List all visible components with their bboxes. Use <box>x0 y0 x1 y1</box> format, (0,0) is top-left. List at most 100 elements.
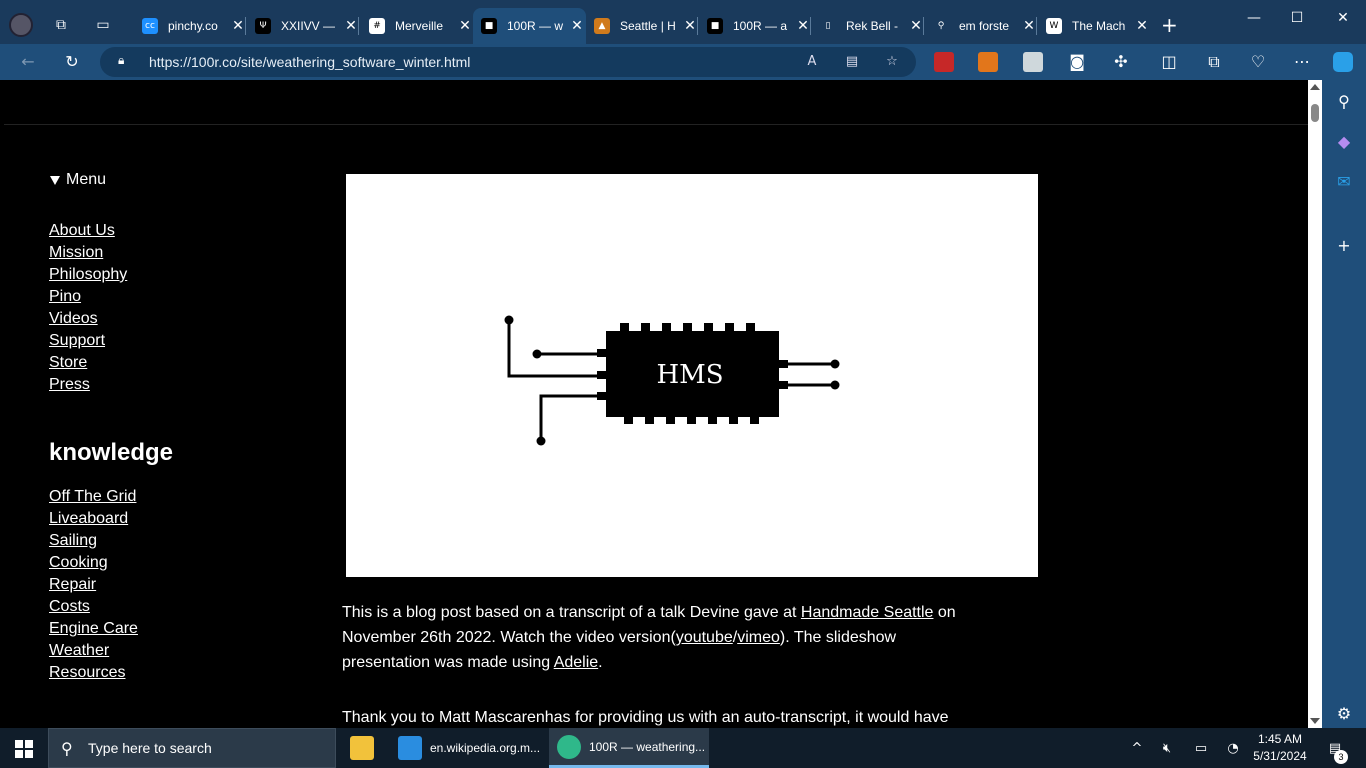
url-text[interactable]: https://100r.co/site/weathering_software… <box>149 54 470 70</box>
browser-tab[interactable]: ⚲ em forste ✕ <box>925 8 1038 44</box>
split-screen-icon[interactable]: ◫ <box>1157 50 1181 74</box>
shopping-icon[interactable]: ◆ <box>1334 132 1354 152</box>
p1-text-a: This is a blog post based on a transcrip… <box>342 604 801 621</box>
extension-red-icon[interactable] <box>934 52 954 72</box>
wifi-icon[interactable]: ◔ <box>1222 728 1244 768</box>
tab-close-icon[interactable]: ✕ <box>1133 18 1151 34</box>
back-icon[interactable]: ← <box>16 50 40 74</box>
metamask-icon[interactable] <box>978 52 998 72</box>
nav-item: Press <box>49 374 289 396</box>
favorite-star-icon[interactable]: ☆ <box>882 52 902 72</box>
site-navigation: Menu About Us Mission Philosophy Pino Videos… <box>49 170 289 728</box>
adelie-link[interactable]: Adelie <box>554 654 598 671</box>
maximize-button[interactable]: ☐ <box>1274 6 1320 30</box>
knowledge-link-costs[interactable]: Costs <box>49 598 90 615</box>
browser-tab[interactable]: W The Mach ✕ <box>1038 8 1151 44</box>
volume-muted-icon[interactable]: 🔇︎ <box>1156 728 1178 768</box>
nav-item: Engine Care <box>49 618 289 640</box>
profile-avatar[interactable] <box>9 13 33 37</box>
refresh-icon[interactable]: ↻ <box>60 50 84 74</box>
add-sidebar-app-icon[interactable]: + <box>1334 236 1354 256</box>
page-icon: ▯ <box>820 18 836 34</box>
handmade-seattle-link[interactable]: Handmade Seattle <box>801 604 934 621</box>
knowledge-menu-list: Off The Grid Liveaboard Sailing Cooking Repa… <box>49 486 289 684</box>
knowledge-link-sailing[interactable]: Sailing <box>49 532 97 549</box>
youtube-link[interactable]: youtube <box>676 629 733 646</box>
browser-tab[interactable]: ■ 100R — a ✕ <box>699 8 812 44</box>
taskbar-app-edge[interactable]: 100R — weathering... <box>549 728 709 768</box>
browser-tab[interactable]: ▲ Seattle | H ✕ <box>586 8 699 44</box>
browser-tab[interactable]: ■ 100R — w ✕ <box>473 8 586 44</box>
extensions-icon[interactable]: ✣ <box>1109 50 1133 74</box>
close-window-button[interactable]: ✕ <box>1320 6 1366 30</box>
tab-title: Merveille <box>395 19 444 33</box>
knowledge-link-liveaboard[interactable]: Liveaboard <box>49 510 128 527</box>
nav-link-mission[interactable]: Mission <box>49 244 103 261</box>
browser-tab[interactable]: cc pinchy.co ✕ <box>134 8 247 44</box>
screenshot-icon[interactable]: ◙ <box>1065 50 1089 74</box>
minimize-button[interactable]: — <box>1231 6 1277 30</box>
menu-toggle[interactable]: Menu <box>49 170 289 190</box>
nav-item: Videos <box>49 308 289 330</box>
knowledge-link-off-the-grid[interactable]: Off The Grid <box>49 488 136 505</box>
knowledge-link-resources[interactable]: Resources <box>49 664 125 681</box>
nav-link-pino[interactable]: Pino <box>49 288 81 305</box>
nav-link-videos[interactable]: Videos <box>49 310 98 327</box>
disclosure-triangle-icon <box>50 175 60 185</box>
show-hidden-icons-chevron-icon[interactable]: ^ <box>1126 728 1148 768</box>
page-scrollbar[interactable] <box>1308 80 1322 728</box>
tab-close-icon[interactable]: ✕ <box>456 18 474 34</box>
scroll-down-arrow-icon[interactable] <box>1310 718 1320 724</box>
task-label: en.wikipedia.org.m... <box>430 741 541 755</box>
taskbar-search-box[interactable]: ⚲ Type here to search <box>48 728 336 768</box>
tab-title: pinchy.co <box>168 19 218 33</box>
grid-icon: # <box>369 18 385 34</box>
nav-link-philosophy[interactable]: Philosophy <box>49 266 127 283</box>
taskbar-clock[interactable]: 1:45 AM 5/31/2024 <box>1247 731 1313 765</box>
battery-icon[interactable]: ▭ <box>1190 728 1212 768</box>
knowledge-link-weather[interactable]: Weather <box>49 642 109 659</box>
sidebar-settings-icon[interactable]: ⚙ <box>1334 704 1354 724</box>
new-tab-button[interactable]: + <box>1161 14 1178 36</box>
scroll-thumb[interactable] <box>1311 104 1319 122</box>
scroll-up-arrow-icon[interactable] <box>1310 84 1320 90</box>
edge-sidebar: ⚲ ◆ ✉ + ⚙ <box>1322 80 1366 728</box>
performance-icon[interactable]: ♡ <box>1246 50 1270 74</box>
browser-tab[interactable]: # Merveille ✕ <box>361 8 474 44</box>
nav-link-press[interactable]: Press <box>49 376 90 393</box>
vimeo-link[interactable]: vimeo <box>737 629 780 646</box>
search-icon[interactable]: ⚲ <box>1334 92 1354 112</box>
more-menu-icon[interactable]: ⋯ <box>1290 50 1314 74</box>
hero-illustration: HMS <box>346 174 1038 577</box>
knowledge-link-engine-care[interactable]: Engine Care <box>49 620 138 637</box>
browser-tab[interactable]: Ψ XXIIVV — ✕ <box>247 8 360 44</box>
browser-tab[interactable]: ▯ Rek Bell - ✕ <box>812 8 925 44</box>
taskbar-app-vscode[interactable]: en.wikipedia.org.m... <box>390 728 546 768</box>
outlook-icon[interactable]: ✉ <box>1334 172 1354 192</box>
immersive-reader-icon[interactable]: ▤ <box>842 52 862 72</box>
search-icon: ⚲ <box>61 739 73 758</box>
nav-link-support[interactable]: Support <box>49 332 105 349</box>
knowledge-link-cooking[interactable]: Cooking <box>49 554 108 571</box>
address-bar[interactable]: 🔒︎ https://100r.co/site/weathering_softw… <box>100 47 916 77</box>
nav-link-about-us[interactable]: About Us <box>49 222 115 239</box>
copilot-icon[interactable] <box>1333 52 1353 72</box>
nav-item: Liveaboard <box>49 508 289 530</box>
collections-icon[interactable]: ⧉ <box>1202 50 1226 74</box>
vscode-icon <box>398 736 422 760</box>
tab-close-icon[interactable]: ✕ <box>568 18 586 34</box>
knowledge-link-repair[interactable]: Repair <box>49 576 96 593</box>
task-label: 100R — weathering... <box>589 739 706 754</box>
menu-label: Menu <box>66 171 107 188</box>
knowledge-heading: knowledge <box>49 439 174 466</box>
lock-icon[interactable]: 🔒︎ <box>118 53 132 69</box>
workspaces-icon[interactable]: ⧉ <box>50 14 72 36</box>
tab-actions-icon[interactable]: ▭ <box>92 14 114 36</box>
read-aloud-icon[interactable]: A <box>802 52 822 72</box>
tab-title: Seattle | H <box>620 19 676 33</box>
nav-link-store[interactable]: Store <box>49 354 87 371</box>
extension-gear-icon[interactable] <box>1023 52 1043 72</box>
file-explorer-button[interactable] <box>344 728 380 768</box>
start-button[interactable] <box>15 740 33 758</box>
tab-title: The Mach <box>1072 19 1126 33</box>
